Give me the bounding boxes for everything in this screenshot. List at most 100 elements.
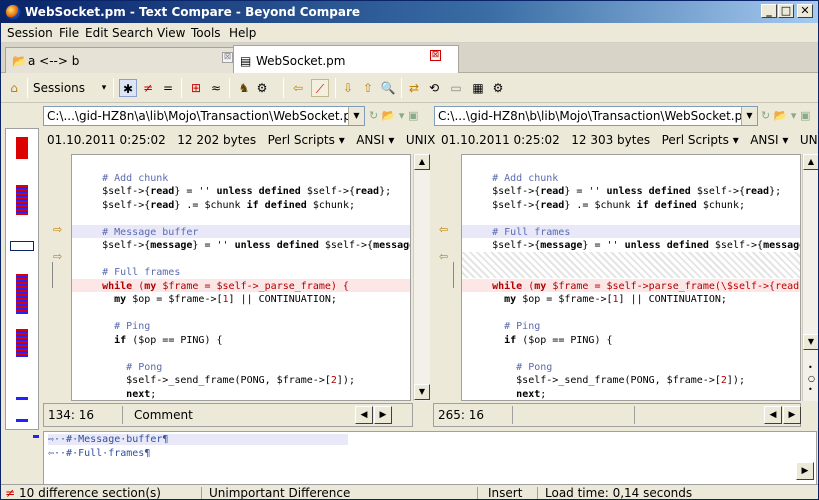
browse-icon[interactable]: ↻ [369,109,378,122]
left-file-info: 01.10.2011 0:25:02 12 202 bytes Perl Scr… [47,133,436,147]
chevron-down-icon[interactable]: ▼ [741,107,757,125]
overview-mark [16,274,28,314]
right-code-line [462,307,468,320]
prev-difference-icon[interactable]: ⇧ [359,79,377,97]
sessions-button[interactable]: Sessions [33,79,93,97]
left-code-line: my $op = $frame->[1] || CONTINUATION; [114,294,337,305]
overview-mark [16,419,28,422]
toolbar-separator [283,78,284,98]
left-date: 01.10.2011 0:25:02 [47,133,166,147]
minimize-button[interactable]: _ [761,4,777,18]
section-bracket [453,262,454,288]
left-vertical-scrollbar[interactable]: ▲ ▼ [413,154,430,401]
scroll-nav-icon[interactable]: • ○ • [808,362,815,395]
right-date: 01.10.2011 0:25:02 [441,133,560,147]
menu-session[interactable]: Session [7,26,53,40]
open-folder-icon[interactable]: 📂 [774,109,788,122]
tab-webSocket[interactable]: ▤ WebSocket.pm ⊠ [233,45,459,74]
menu-help[interactable]: Help [229,26,256,40]
right-pane-status: 265: 16 ◀ ▶ [433,403,801,427]
edit-icon[interactable]: ⟋ [311,79,329,97]
menu-tools[interactable]: Tools [191,26,221,40]
scroll-down-button[interactable]: ▼ [414,384,430,400]
rescan-icon[interactable]: ⟲ [425,79,443,97]
scroll-up-button[interactable]: ▲ [803,154,818,170]
show-differences-icon[interactable]: ≠ [139,79,157,97]
maximize-button[interactable]: □ [778,4,794,18]
left-gutter: ⇨ ⇨ [43,154,71,401]
copy-left-arrow-icon[interactable]: ⇦ [439,223,448,236]
left-format[interactable]: Perl Scripts [268,133,335,147]
chevron-down-icon[interactable]: ▾ [95,79,113,97]
context-icon[interactable]: ⊞ [187,79,205,97]
menu-edit[interactable]: Edit [85,26,108,40]
save-icon[interactable]: ▣ [408,109,418,122]
scroll-left-button[interactable]: ◀ [355,406,373,424]
line-details-pane[interactable]: ⇨··#·Message·buffer¶ ⇦··#·Full·frames¶ ▶ [43,431,817,487]
left-path-input[interactable]: C:\...\gid-HZ8n\a\lib\Mojo\Transaction\W… [43,106,365,126]
tab-session[interactable]: 📂 a <--> b ⊠ [5,47,241,73]
right-text-pane[interactable]: # Add chunk $self->{read} = '' unless de… [461,154,801,401]
left-lineend[interactable]: UNIX [406,133,436,147]
copy-left-icon[interactable]: ⇦ [289,79,307,97]
right-path-input[interactable]: C:\...\gid-HZ8n\b\lib\Mojo\Transaction\W… [434,106,758,126]
copy-right-arrow-icon[interactable]: ⇨ [53,250,62,263]
right-code-line: while (my $frame = $self->parse_frame(\$… [492,280,800,292]
right-file-info: 01.10.2011 0:25:02 12 303 bytes Perl Scr… [441,133,818,147]
show-same-icon[interactable]: = [159,79,177,97]
find-icon[interactable]: 🔍 [379,79,397,97]
layout-icon[interactable]: ▦ [469,79,487,97]
overview-mark [16,137,28,159]
close-button[interactable]: ✕ [797,4,813,18]
menu-file[interactable]: File [59,26,79,40]
ignore-unimportant-icon[interactable]: ≈ [207,79,225,97]
options-icon[interactable]: ⚙ [489,79,507,97]
right-code-line: # Pong [468,361,553,373]
left-encoding[interactable]: ANSI [356,133,384,147]
home-icon[interactable]: ⌂ [5,79,23,97]
left-edit-mode: Comment [134,408,193,422]
left-code-line [72,347,78,360]
show-all-icon[interactable]: ✱ [119,79,137,97]
scroll-down-button[interactable]: ▼ [803,334,818,350]
right-lineend[interactable]: UNIX [800,133,818,147]
right-format[interactable]: Perl Scripts [662,133,729,147]
rules-icon[interactable]: ♞ [235,79,253,97]
chevron-down-icon[interactable]: ▾ [791,109,797,122]
next-difference-icon[interactable]: ⇩ [339,79,357,97]
left-code-line: # Full frames [78,267,181,278]
left-code-line [72,253,78,266]
save-icon[interactable]: ▣ [800,109,810,122]
menu-view[interactable]: View [157,26,185,40]
right-vertical-scrollbar[interactable]: ▲ ▼ • ○ • [802,154,818,401]
tab-close-icon[interactable]: ⊠ [430,50,441,61]
scroll-up-button[interactable]: ▲ [414,154,430,170]
right-code-line: $self->_send_frame(PONG, $frame->[2]); [468,375,745,386]
copy-left-arrow-icon[interactable]: ⇦ [439,250,448,263]
scroll-right-button[interactable]: ▶ [796,462,814,480]
left-code-line: if ($op == PING) { [114,334,223,346]
browse-icon[interactable]: ↻ [761,109,770,122]
copy-right-arrow-icon[interactable]: ⇨ [53,223,62,236]
right-encoding[interactable]: ANSI [750,133,778,147]
format-icon[interactable]: ⚙ [253,79,271,97]
chevron-down-icon[interactable]: ▾ [399,109,405,122]
scroll-right-button[interactable]: ▶ [374,406,392,424]
left-text-pane[interactable]: # Add chunk $self->{read} = '' unless de… [71,154,411,401]
menu-search[interactable]: Search [112,26,153,40]
overview-viewport[interactable] [10,241,34,251]
menu-bar: Session File Edit Search View Tools Help [1,23,818,43]
difference-overview[interactable] [5,128,39,430]
status-bar: ≠ 10 difference section(s) Unimportant D… [1,484,818,499]
scroll-right-button[interactable]: ▶ [783,406,801,424]
open-folder-icon[interactable]: 📂 [382,109,396,122]
title-bar: WebSocket.pm - Text Compare - Beyond Com… [1,1,818,23]
right-code-line: $self->{message} = '' unless defined $se… [468,240,800,251]
swap-sides-icon[interactable]: ⇄ [405,79,423,97]
toolbar-separator [229,78,230,98]
chevron-down-icon[interactable]: ▼ [348,107,364,125]
left-code-line [72,307,78,320]
scroll-left-button[interactable]: ◀ [764,406,782,424]
align-icon[interactable]: ▭ [447,79,465,97]
tab-close-icon[interactable]: ⊠ [222,52,233,63]
